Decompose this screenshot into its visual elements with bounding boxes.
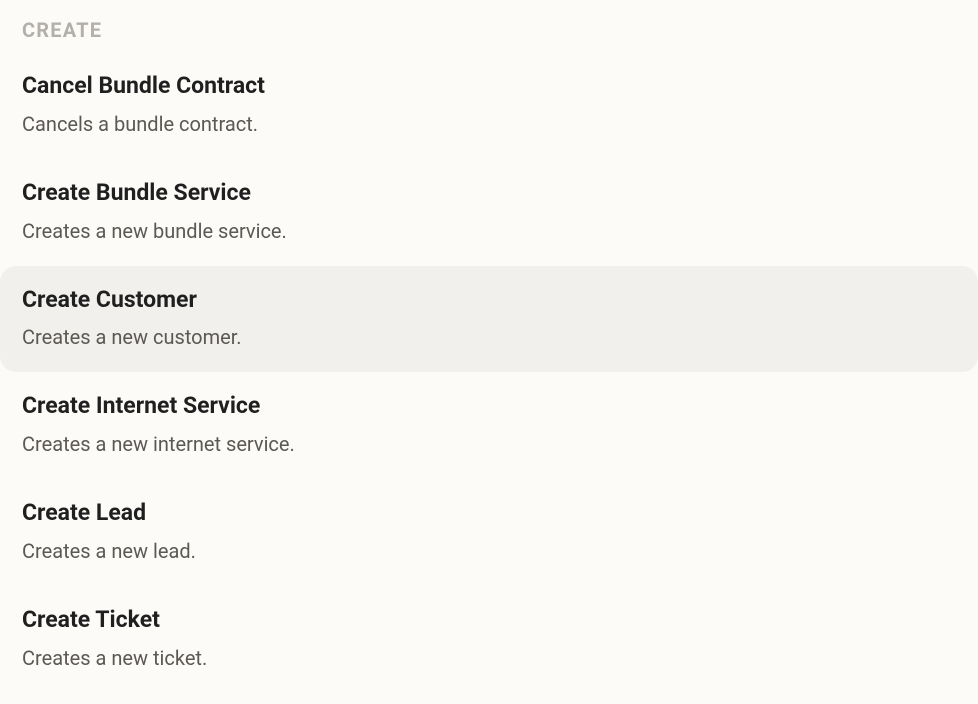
action-item-title: Create Bundle Service: [22, 179, 956, 208]
action-item-title: Cancel Bundle Contract: [22, 72, 956, 101]
action-item-description: Cancels a bundle contract.: [22, 111, 956, 137]
action-item-description: Creates a new lead.: [22, 538, 956, 564]
section-header-create: CREATE: [0, 18, 978, 52]
action-item-description: Creates a new ticket.: [22, 645, 956, 671]
action-item-description: Creates a new bundle service.: [22, 218, 956, 244]
action-item-create-customer[interactable]: Create Customer Creates a new customer.: [0, 266, 978, 373]
action-item-title: Create Lead: [22, 499, 956, 528]
action-list-container: CREATE Cancel Bundle Contract Cancels a …: [0, 0, 978, 693]
action-item-description: Creates a new customer.: [22, 324, 956, 350]
action-item-title: Create Customer: [22, 286, 956, 315]
action-item-create-internet-service[interactable]: Create Internet Service Creates a new in…: [0, 372, 978, 479]
action-item-title: Create Internet Service: [22, 392, 956, 421]
action-item-create-bundle-service[interactable]: Create Bundle Service Creates a new bund…: [0, 159, 978, 266]
action-item-create-ticket[interactable]: Create Ticket Creates a new ticket.: [0, 586, 978, 693]
action-item-description: Creates a new internet service.: [22, 431, 956, 457]
action-item-create-lead[interactable]: Create Lead Creates a new lead.: [0, 479, 978, 586]
action-item-title: Create Ticket: [22, 606, 956, 635]
action-item-cancel-bundle-contract[interactable]: Cancel Bundle Contract Cancels a bundle …: [0, 52, 978, 159]
